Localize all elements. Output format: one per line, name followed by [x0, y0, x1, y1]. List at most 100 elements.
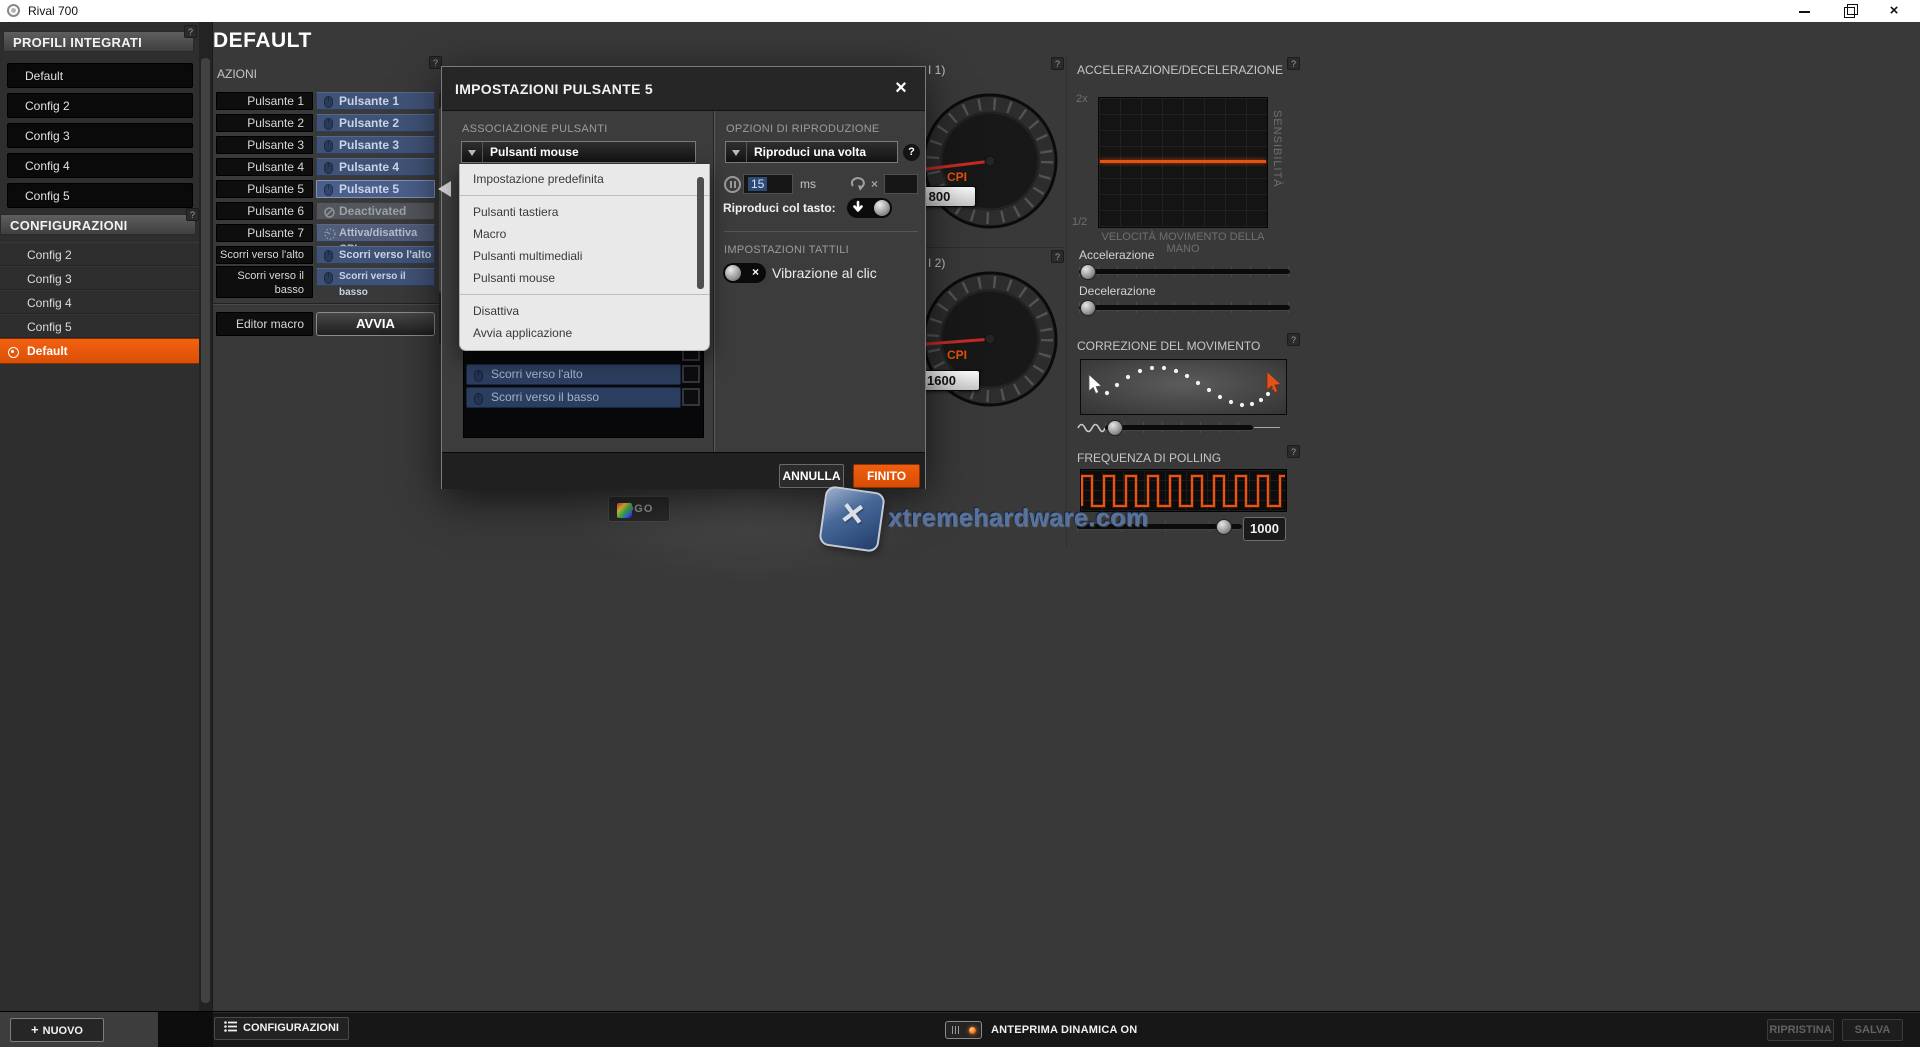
haptics-toggle[interactable]: ×	[723, 263, 766, 283]
playback-help-icon[interactable]: ?	[903, 144, 920, 161]
watermark-tile-icon: ×	[818, 485, 886, 553]
menu-item-disable[interactable]: Disattiva	[460, 300, 709, 322]
accel-y-bottom: 1/2	[1072, 216, 1087, 228]
mouse-icon	[324, 140, 333, 156]
sidebar-scrollbar-thumb[interactable]	[201, 58, 210, 1003]
cpi1-help-icon[interactable]: ?	[1051, 57, 1064, 70]
binding-checkbox[interactable]	[682, 388, 700, 406]
acceleration-knob[interactable]	[1080, 264, 1096, 280]
window-title: Rival 700	[28, 4, 78, 18]
config-item-config5[interactable]: Config 5	[0, 314, 199, 338]
repeat-icon	[849, 175, 869, 196]
close-window-button[interactable]: ×	[1878, 0, 1910, 22]
restore-settings-button[interactable]: RIPRISTINA	[1767, 1019, 1834, 1041]
action-button-pulsante4[interactable]: Pulsante 4	[316, 158, 435, 176]
action-button-pulsante3[interactable]: Pulsante 3	[316, 136, 435, 154]
action-button-pulsante7-cpi[interactable]: Attiva/disattiva CPI	[316, 224, 435, 242]
action-button-pulsante5-selected[interactable]: Pulsante 5	[316, 180, 435, 198]
acceleration-label: Accelerazione	[1079, 248, 1154, 262]
cancel-button[interactable]: ANNULLA	[779, 464, 844, 488]
config-item-default-active[interactable]: Default	[0, 338, 199, 364]
done-button[interactable]: FINITO	[853, 464, 920, 488]
actions-header: AZIONI	[217, 67, 257, 81]
action-button-scroll-up[interactable]: Scorri verso l'alto	[316, 246, 435, 264]
menu-divider	[460, 195, 709, 196]
profile-item-config5[interactable]: Config 5	[7, 183, 193, 208]
accel-y-axis-label: SENSIBILITÀ	[1271, 110, 1283, 220]
config-item-config4[interactable]: Config 4	[0, 290, 199, 314]
actions-separator	[213, 303, 439, 305]
action-label: Pulsante 1	[216, 92, 313, 110]
white-cursor-icon	[1089, 375, 1101, 394]
binding-row-scroll-up[interactable]: Scorri verso l'alto	[466, 364, 681, 385]
cpi2-help-icon[interactable]: ?	[1051, 250, 1064, 263]
binding-checkbox[interactable]	[682, 365, 700, 383]
assoc-dropdown-value: Pulsanti mouse	[490, 145, 579, 159]
modal-close-button[interactable]: ×	[887, 75, 915, 101]
restore-button[interactable]	[1834, 0, 1866, 22]
menu-scrollbar-thumb[interactable]	[697, 177, 704, 289]
action-button-pulsante2[interactable]: Pulsante 2	[316, 114, 435, 132]
deactivated-icon	[324, 206, 335, 222]
x-icon: ×	[752, 265, 759, 279]
action-button-pulsante1[interactable]: Pulsante 1	[316, 92, 435, 110]
menu-item-keyboard[interactable]: Pulsanti tastiera	[460, 201, 709, 223]
configs-help-icon[interactable]: ?	[186, 208, 199, 221]
mouse-icon	[474, 369, 483, 388]
polling-value[interactable]: 1000	[1243, 517, 1286, 541]
menu-item-default[interactable]: Impostazione predefinita	[460, 168, 709, 190]
bottom-gap	[158, 1012, 213, 1047]
profile-item-default[interactable]: Default	[7, 63, 193, 88]
accel-help-icon[interactable]: ?	[1287, 57, 1300, 70]
config-item-config3[interactable]: Config 3	[0, 266, 199, 290]
menu-item-launch-app[interactable]: Avvia applicazione	[460, 322, 709, 344]
cpi2-unit-label: CPI	[936, 348, 978, 362]
button-settings-modal: IMPOSTAZIONI PULSANTE 5 × ASSOCIAZIONE P…	[441, 66, 926, 489]
config-item-config2[interactable]: Config 2	[0, 242, 199, 266]
play-key-toggle[interactable]	[847, 198, 892, 218]
correction-knob[interactable]	[1107, 420, 1123, 436]
correction-help-icon[interactable]: ?	[1287, 333, 1300, 346]
sidebar-divider	[212, 22, 213, 1047]
menu-item-multimedia[interactable]: Pulsanti multimediali	[460, 245, 709, 267]
action-label: Pulsante 6	[216, 202, 313, 220]
save-button[interactable]: SALVA	[1842, 1019, 1903, 1041]
configurations-button[interactable]: CONFIGURAZIONI	[214, 1017, 349, 1040]
polling-help-icon[interactable]: ?	[1287, 445, 1300, 458]
profile-item-config3[interactable]: Config 3	[7, 123, 193, 148]
correction-preview	[1080, 359, 1287, 415]
binding-row-scroll-down[interactable]: Scorri verso il basso	[466, 387, 681, 408]
action-button-pulsante6-deactivated[interactable]: Deactivated	[316, 202, 435, 220]
profile-item-config4[interactable]: Config 4	[7, 153, 193, 178]
dynamic-preview-toggle[interactable]	[945, 1021, 982, 1039]
deceleration-slider[interactable]	[1079, 300, 1290, 316]
minimize-button[interactable]	[1788, 0, 1820, 22]
profile-item-config2[interactable]: Config 2	[7, 93, 193, 118]
deceleration-knob[interactable]	[1080, 300, 1096, 316]
config-item-label: Default	[27, 344, 68, 358]
deceleration-label: Decelerazione	[1079, 284, 1156, 298]
correction-slider[interactable]	[1105, 420, 1253, 436]
chevron-down-icon	[462, 142, 483, 162]
accel-chart-line	[1100, 160, 1266, 163]
column-divider	[1066, 55, 1067, 547]
profiles-help-icon[interactable]: ?	[184, 25, 197, 38]
menu-item-mouse[interactable]: Pulsanti mouse	[460, 267, 709, 289]
polling-header: FREQUENZA DI POLLING	[1077, 451, 1221, 465]
polling-knob[interactable]	[1216, 519, 1232, 535]
playback-section-label: OPZIONI DI RIPRODUZIONE	[726, 123, 880, 135]
repeat-count-input[interactable]	[884, 174, 918, 194]
action-button-scroll-down[interactable]: Scorri verso il basso	[316, 268, 435, 286]
acceleration-slider[interactable]	[1079, 264, 1290, 280]
mouse-logo-zone: LOGO	[608, 496, 670, 522]
assoc-dropdown[interactable]: Pulsanti mouse	[461, 141, 696, 163]
menu-item-macro[interactable]: Macro	[460, 223, 709, 245]
macro-launch-button[interactable]: AVVIA	[316, 312, 435, 336]
correction-header: CORREZIONE DEL MOVIMENTO	[1077, 339, 1260, 353]
delay-input[interactable]: 15	[743, 174, 793, 194]
mouse-icon	[474, 392, 483, 411]
playback-dropdown[interactable]: Riproduci una volta	[725, 141, 898, 163]
new-profile-button[interactable]: +NUOVO	[10, 1018, 104, 1042]
chevron-down-icon	[726, 142, 747, 162]
modal-header: IMPOSTAZIONI PULSANTE 5 ×	[442, 67, 925, 111]
